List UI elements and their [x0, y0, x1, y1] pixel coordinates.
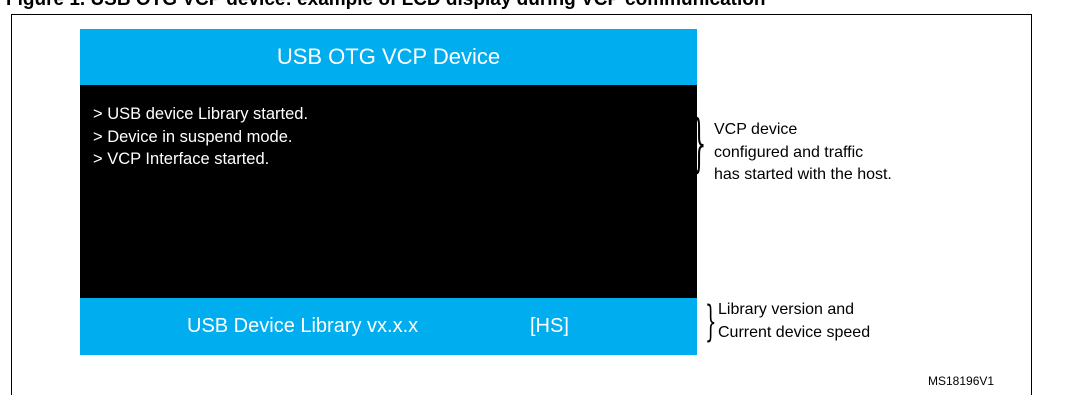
- annotation-line: Current device speed: [718, 323, 871, 341]
- annotation-line: configured and traffic: [714, 143, 864, 161]
- library-annotation: Library version and Current device speed: [718, 299, 870, 344]
- log-line: > USB device Library started.: [93, 105, 309, 123]
- lcd-header-title: USB OTG VCP Device: [276, 44, 501, 69]
- log-line: > Device in suspend mode.: [93, 127, 293, 146]
- library-version-label: USB Device Library vx.x.x: [187, 315, 419, 337]
- annotation-line: Library version and: [718, 301, 855, 318]
- lcd-screen: USB OTG VCP Device > USB device Library …: [80, 29, 697, 355]
- vcp-status-annotation: VCP device configured and traffic has st…: [714, 119, 892, 187]
- annotation-line: VCP device: [714, 121, 798, 138]
- device-speed-label: [HS]: [530, 315, 569, 337]
- right-brace-icon: }: [692, 107, 707, 182]
- figure-caption: Figure 1. USB OTG VCP device: example of…: [6, 0, 1026, 12]
- lcd-header-bar: USB OTG VCP Device: [80, 29, 697, 85]
- lcd-footer-bar: USB Device Library vx.x.x [HS]: [80, 298, 697, 355]
- lcd-log-area: > USB device Library started. > Device i…: [80, 85, 697, 298]
- annotation-line: has started with the host.: [714, 166, 892, 183]
- figure-reference-id: MS18196V1: [928, 374, 995, 388]
- right-brace-icon: }: [705, 297, 717, 347]
- figure-page: Figure 1. USB OTG VCP device: example of…: [0, 0, 1084, 395]
- log-line: > VCP Interface started.: [93, 150, 270, 168]
